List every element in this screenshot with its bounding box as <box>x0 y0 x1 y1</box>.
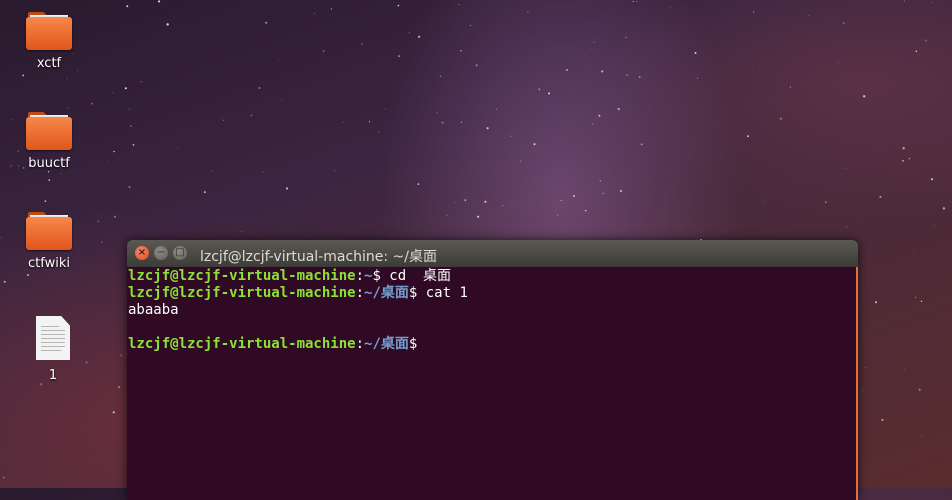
folder-icon <box>26 112 72 150</box>
terminal-line: lzcjf@lzcjf-virtual-machine:~$ cd 桌面 <box>128 268 452 284</box>
desktop-icon-file-1[interactable]: 1 <box>8 316 98 383</box>
terminal-output: abaaba <box>128 302 179 318</box>
close-icon[interactable]: × <box>135 246 149 260</box>
minimize-icon[interactable]: − <box>154 246 168 260</box>
terminal-titlebar[interactable]: × − □ lzcjf@lzcjf-virtual-machine: ~/桌面 <box>127 240 858 267</box>
window-title: lzcjf@lzcjf-virtual-machine: ~/桌面 <box>200 249 438 265</box>
desktop-icon-label: buuctf <box>28 156 70 171</box>
terminal-content[interactable]: lzcjf@lzcjf-virtual-machine:~$ cd 桌面 lzc… <box>127 267 858 500</box>
terminal-window[interactable]: × − □ lzcjf@lzcjf-virtual-machine: ~/桌面 … <box>127 240 858 500</box>
terminal-line: lzcjf@lzcjf-virtual-machine:~/桌面$ <box>128 336 418 352</box>
desktop-icon-label: ctfwiki <box>28 256 70 271</box>
desktop-icon-xctf[interactable]: xctf <box>4 12 94 71</box>
desktop-icon-ctfwiki[interactable]: ctfwiki <box>4 212 94 271</box>
desktop-icon-label: xctf <box>36 56 62 71</box>
desktop-icon-label: 1 <box>48 368 58 383</box>
folder-icon <box>26 12 72 50</box>
desktop-icon-buuctf[interactable]: buuctf <box>4 112 94 171</box>
terminal-line: lzcjf@lzcjf-virtual-machine:~/桌面$ cat 1 <box>128 285 468 301</box>
maximize-icon[interactable]: □ <box>173 246 187 260</box>
terminal-output <box>128 319 856 336</box>
text-file-icon <box>36 316 70 360</box>
folder-icon <box>26 212 72 250</box>
